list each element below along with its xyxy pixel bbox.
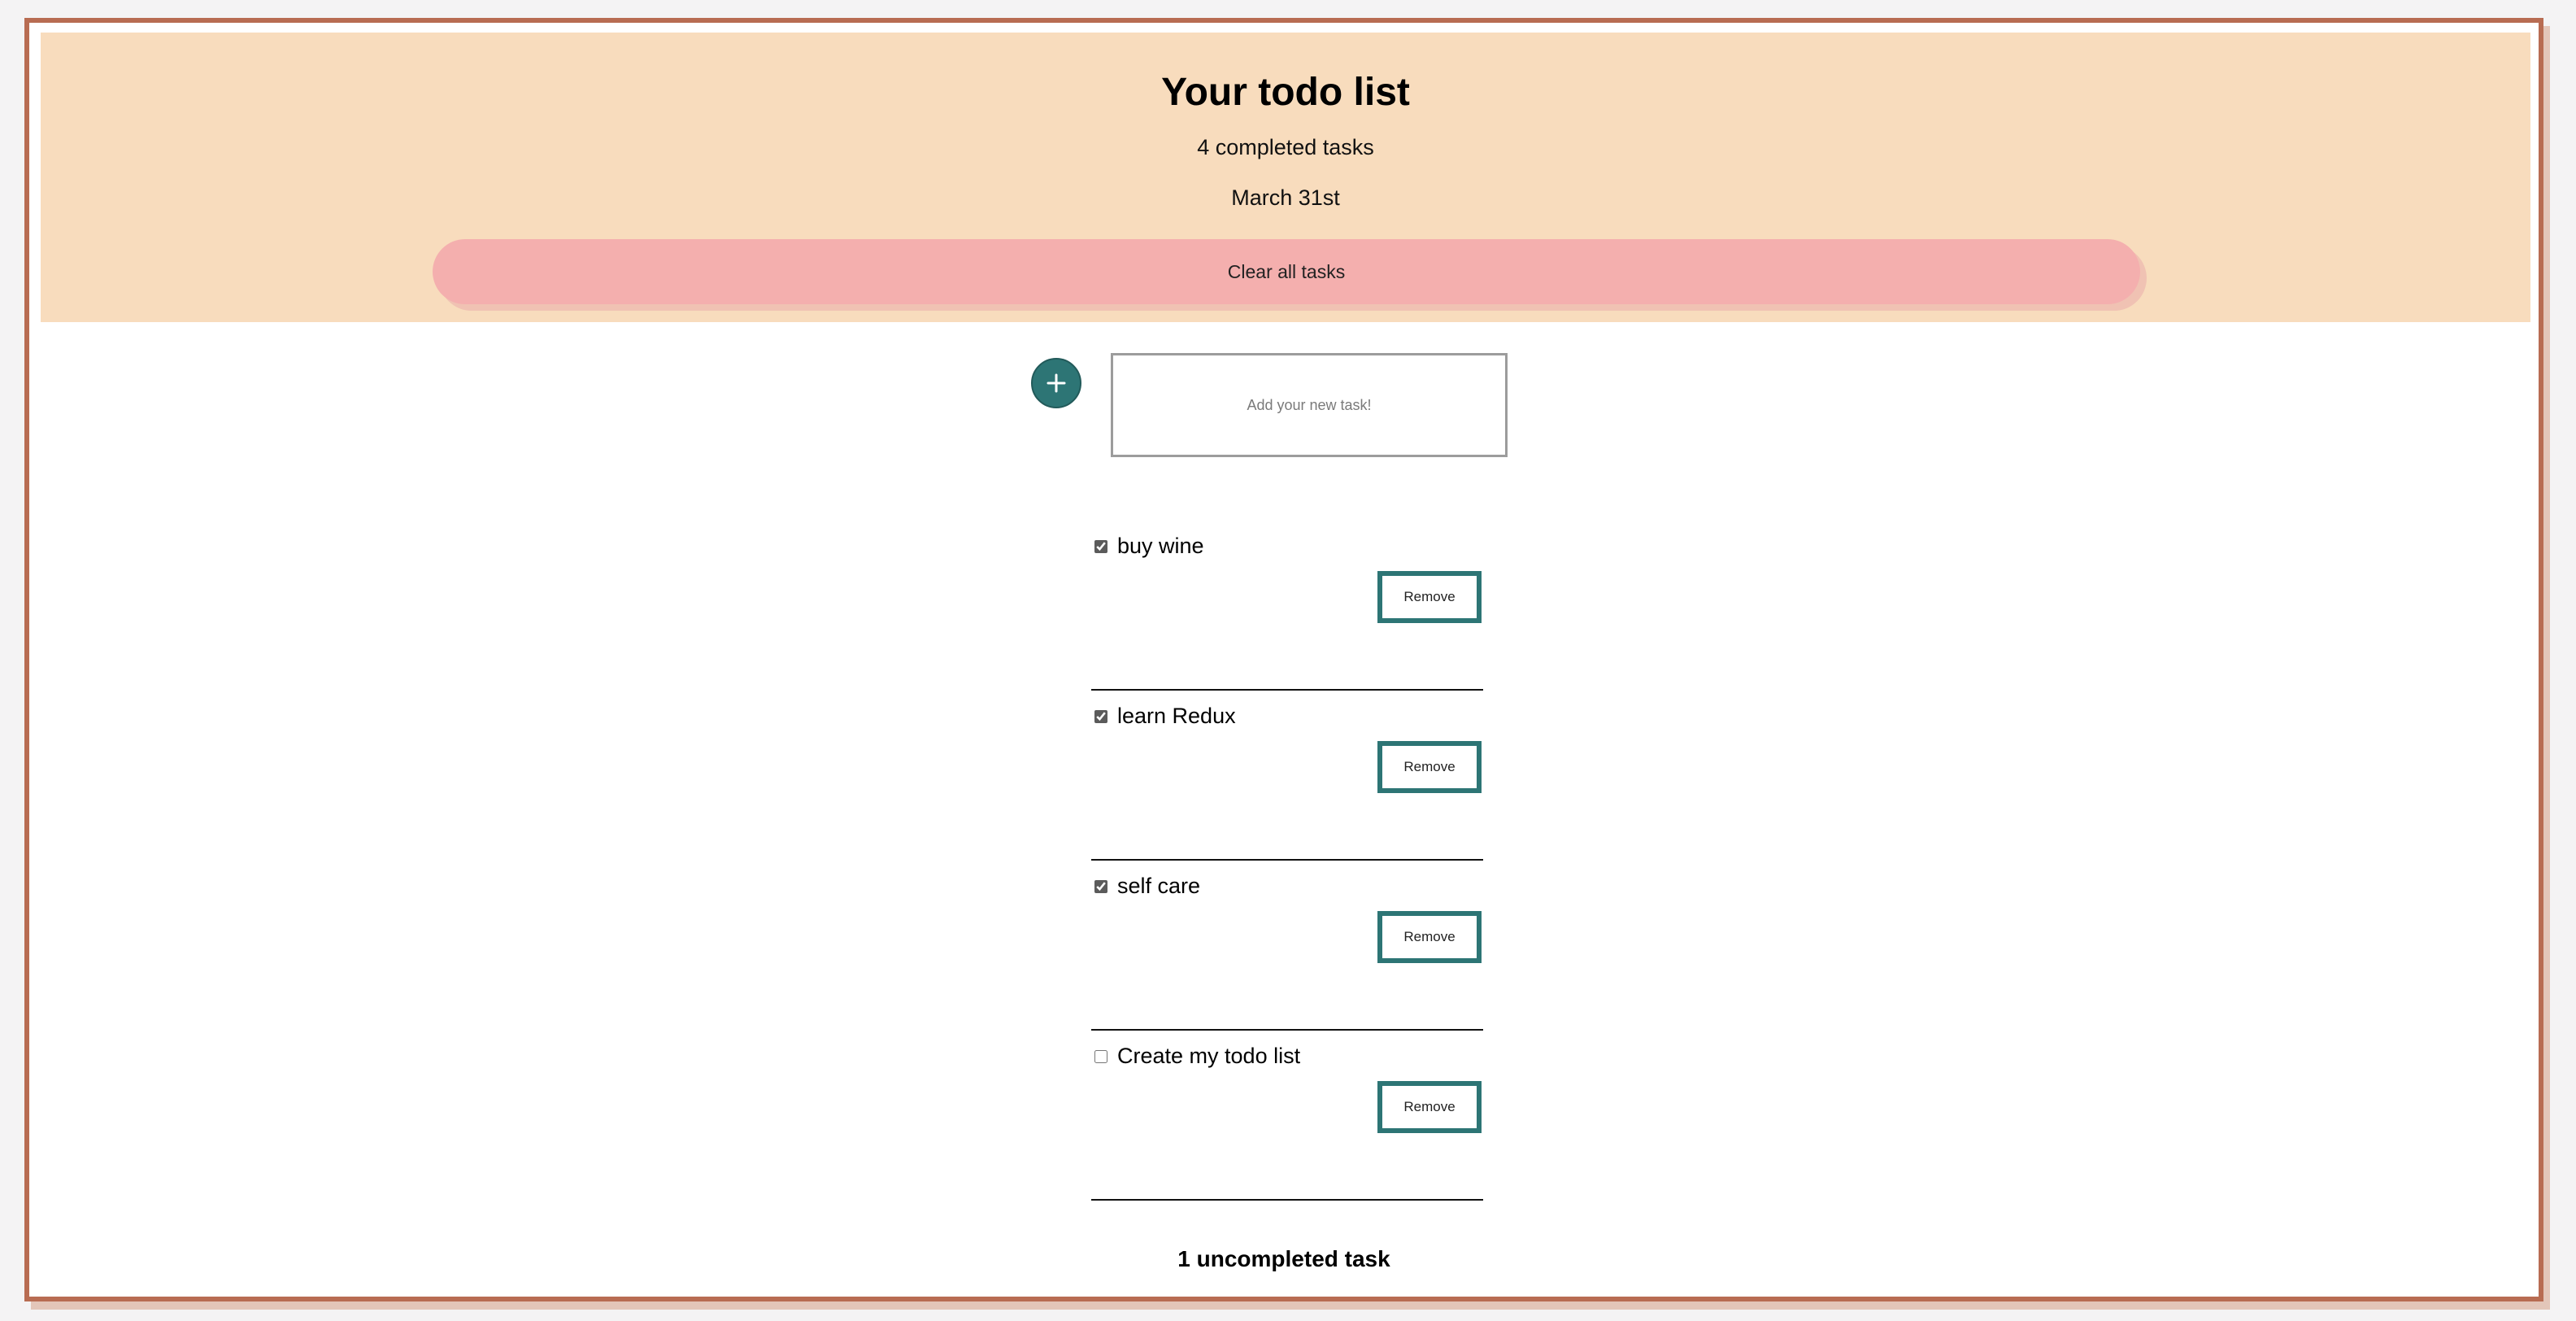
app-frame: Your todo list 4 completed tasks March 3… <box>24 18 2543 1301</box>
remove-button[interactable]: Remove <box>1377 571 1482 623</box>
task-checkbox[interactable] <box>1094 1050 1107 1063</box>
task-item: Create my todo list Remove <box>1091 1031 1483 1201</box>
remove-button[interactable]: Remove <box>1377 741 1482 793</box>
clear-all-button[interactable]: Clear all tasks <box>433 239 2140 304</box>
plus-icon <box>1046 373 1066 393</box>
remove-button[interactable]: Remove <box>1377 1081 1482 1133</box>
task-item: self care Remove <box>1091 861 1483 1031</box>
completed-count: 4 completed tasks <box>1197 135 1374 159</box>
add-task-button[interactable] <box>1031 358 1081 408</box>
header: Your todo list 4 completed tasks March 3… <box>41 33 2530 322</box>
uncompleted-count: 1 uncompleted task <box>1177 1246 1390 1271</box>
task-item: buy wine Remove <box>1091 521 1483 691</box>
page-title: Your todo list <box>1161 71 1410 114</box>
date-label: March 31st <box>1231 185 1340 210</box>
task-item: learn Redux Remove <box>1091 691 1483 861</box>
task-list: buy wine Remove learn Redux Remove self … <box>1091 521 1483 1201</box>
new-task-input[interactable] <box>1111 353 1508 457</box>
task-checkbox[interactable] <box>1094 710 1107 723</box>
task-label: Create my todo list <box>1117 1044 1301 1068</box>
task-label: self care <box>1117 874 1201 898</box>
task-checkbox[interactable] <box>1094 540 1107 553</box>
task-label: learn Redux <box>1117 704 1236 728</box>
task-label: buy wine <box>1117 534 1204 558</box>
remove-button[interactable]: Remove <box>1377 911 1482 963</box>
task-checkbox[interactable] <box>1094 880 1107 893</box>
